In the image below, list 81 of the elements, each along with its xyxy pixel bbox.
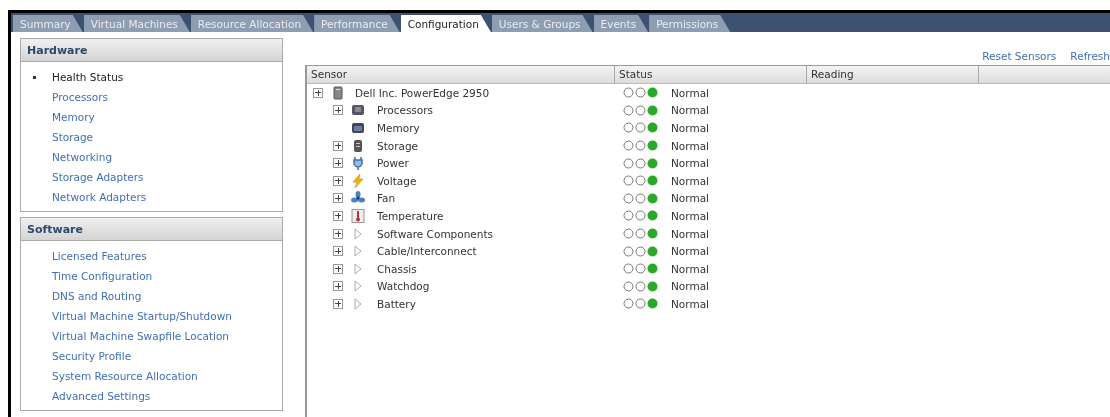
nav-link[interactable]: Advanced Settings bbox=[21, 386, 151, 406]
nav-link[interactable]: Licensed Features bbox=[21, 246, 147, 266]
lightning-icon bbox=[351, 173, 365, 188]
chip-icon bbox=[351, 103, 365, 118]
nav-link[interactable]: Health Status bbox=[21, 67, 124, 87]
status-lights-icon bbox=[623, 157, 659, 169]
expand-button[interactable] bbox=[333, 193, 343, 204]
expand-button[interactable] bbox=[333, 263, 343, 274]
server-icon bbox=[331, 85, 345, 100]
sensor-name: Watchdog bbox=[377, 280, 430, 293]
column-header[interactable]: Reading bbox=[811, 68, 854, 80]
status-text: Normal bbox=[671, 280, 709, 293]
status-text: Normal bbox=[671, 227, 709, 240]
status-lights-icon bbox=[623, 280, 659, 292]
expand-button[interactable] bbox=[333, 175, 343, 186]
status-lights-icon bbox=[623, 263, 659, 275]
action-link[interactable]: Refresh bbox=[1070, 50, 1110, 62]
expand-button[interactable] bbox=[333, 246, 343, 257]
expand-button[interactable] bbox=[333, 228, 343, 239]
status-text: Normal bbox=[671, 262, 709, 275]
nav-link[interactable]: Virtual Machine Swapfile Location bbox=[21, 326, 230, 346]
sensor-name: Power bbox=[377, 157, 409, 170]
column-header[interactable]: Sensor bbox=[311, 68, 347, 80]
status-lights-icon bbox=[623, 192, 659, 204]
expand-button[interactable] bbox=[313, 87, 323, 98]
sensor-name: Dell Inc. PowerEdge 2950 bbox=[355, 86, 490, 99]
nav-link[interactable]: Network Adapters bbox=[21, 187, 147, 207]
status-lights-icon bbox=[623, 298, 659, 310]
sensor-name: Voltage bbox=[377, 174, 417, 187]
expand-button[interactable] bbox=[333, 298, 343, 309]
status-lights-icon bbox=[623, 104, 659, 116]
status-lights-icon bbox=[623, 228, 659, 240]
memory-icon bbox=[351, 121, 365, 135]
expand-button[interactable] bbox=[333, 210, 343, 221]
status-text: Normal bbox=[671, 122, 709, 134]
sensor-name: Chassis bbox=[377, 262, 417, 275]
fan-icon bbox=[351, 191, 365, 206]
expand-button[interactable] bbox=[333, 105, 343, 116]
sensor-name: Fan bbox=[377, 192, 396, 205]
expand-button[interactable] bbox=[333, 140, 343, 151]
status-text: Normal bbox=[671, 192, 709, 205]
sensor-name: Temperature bbox=[377, 209, 444, 222]
sensor-name: Software Components bbox=[377, 227, 494, 240]
status-text: Normal bbox=[671, 245, 709, 258]
nav-link[interactable]: Processors bbox=[21, 87, 109, 107]
status-text: Normal bbox=[671, 86, 709, 99]
status-lights-icon bbox=[623, 87, 659, 99]
status-text: Normal bbox=[671, 157, 709, 170]
sensor-name: Processors bbox=[377, 104, 434, 117]
action-link[interactable]: Reset Sensors bbox=[982, 50, 1057, 62]
sensor-name: Battery bbox=[377, 297, 416, 310]
status-lights-icon bbox=[623, 245, 659, 257]
sensor-name: Memory bbox=[377, 122, 420, 134]
thermometer-icon bbox=[351, 208, 365, 223]
expand-button[interactable] bbox=[333, 281, 343, 292]
status-lights-icon bbox=[623, 210, 659, 222]
nav-link[interactable]: Virtual Machine Startup/Shutdown bbox=[21, 306, 232, 326]
nav-link[interactable]: Time Configuration bbox=[21, 266, 153, 286]
status-text: Normal bbox=[671, 297, 709, 310]
column-header[interactable]: Status bbox=[619, 68, 653, 80]
nav-link[interactable]: DNS and Routing bbox=[21, 286, 142, 306]
status-text: Normal bbox=[671, 104, 709, 117]
nav-link[interactable]: Security Profile bbox=[21, 346, 132, 366]
plug-icon bbox=[351, 156, 365, 171]
status-text: Normal bbox=[671, 209, 709, 222]
sensor-name: Cable/Interconnect bbox=[377, 245, 477, 258]
sensor-name: Storage bbox=[377, 139, 419, 152]
panel-title: Hardware bbox=[21, 39, 282, 62]
nav-link[interactable]: Storage Adapters bbox=[21, 167, 144, 187]
status-lights-icon bbox=[623, 122, 659, 134]
tab[interactable]: Configuration bbox=[400, 15, 491, 32]
nav-link[interactable]: Networking bbox=[21, 147, 113, 167]
nav-link[interactable]: Storage bbox=[21, 127, 94, 147]
status-lights-icon bbox=[623, 175, 659, 187]
status-text: Normal bbox=[671, 139, 709, 152]
status-lights-icon bbox=[623, 140, 659, 152]
nav-link[interactable]: Memory bbox=[21, 107, 95, 127]
nav-link[interactable]: System Resource Allocation bbox=[21, 366, 198, 386]
status-text: Normal bbox=[671, 174, 709, 187]
expand-button[interactable] bbox=[333, 158, 343, 169]
panel-title: Software bbox=[21, 218, 282, 241]
